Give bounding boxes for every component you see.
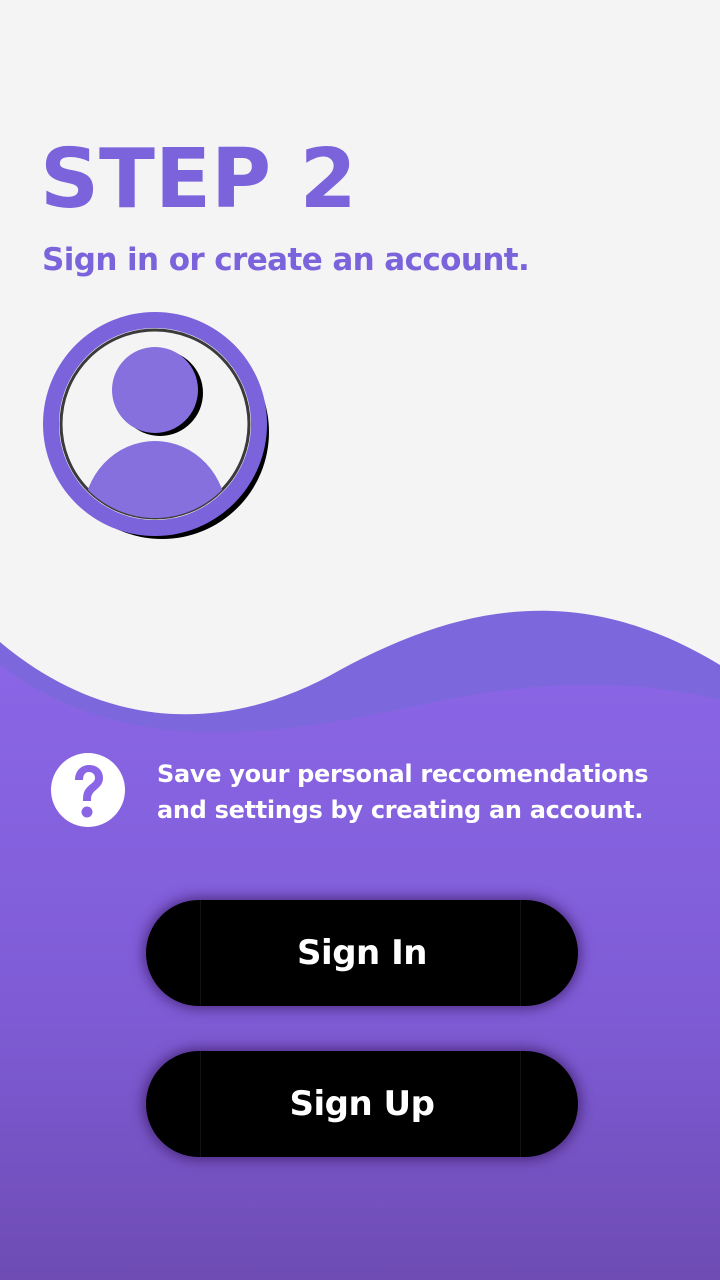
step-title: STEP 2 <box>40 132 357 227</box>
sign-in-label: Sign In <box>297 933 427 973</box>
button-divider <box>200 1051 201 1157</box>
button-divider <box>520 900 521 1006</box>
sign-in-button[interactable]: Sign In <box>146 900 578 1006</box>
sign-up-button[interactable]: Sign Up <box>146 1051 578 1157</box>
user-profile-icon <box>42 312 274 544</box>
step-subtitle: Sign in or create an account. <box>42 242 530 278</box>
button-divider <box>200 900 201 1006</box>
help-circle-icon <box>50 752 126 828</box>
button-divider <box>520 1051 521 1157</box>
info-text: Save your personal reccomendations and s… <box>157 760 649 824</box>
info-row: Save your personal reccomendations and s… <box>50 752 680 832</box>
onboarding-screen: STEP 2 Sign in or create an account. Sav… <box>0 0 720 1280</box>
sign-up-label: Sign Up <box>289 1084 435 1124</box>
